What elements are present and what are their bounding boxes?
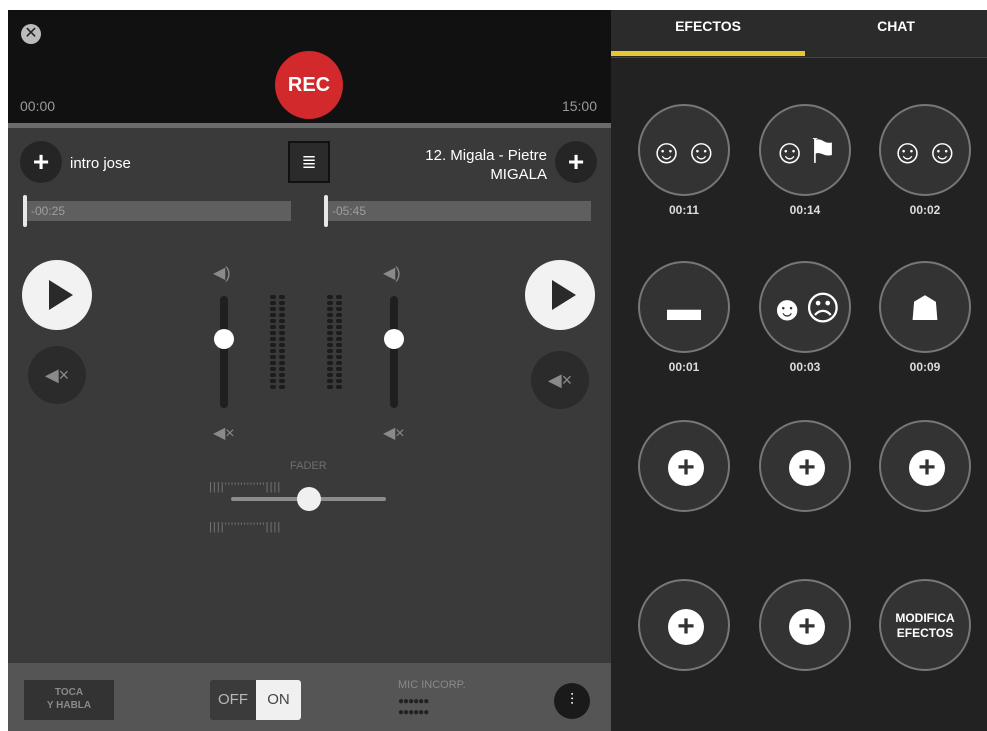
right-volume-max-icon: ◀) — [383, 265, 401, 282]
left-track-title: intro jose — [70, 155, 131, 172]
left-remaining-time: -00:25 — [31, 204, 66, 218]
recording-time-end: 15:00 — [561, 98, 597, 114]
fader-ticks-bottom: | | | | ' ' ' ' ' ' ' ' ' ' ' ' ' | | | … — [209, 521, 280, 533]
plus-icon: + — [789, 450, 825, 486]
theater-masks-icon: ☻☹ — [769, 290, 841, 328]
right-mute-button[interactable]: ◀× — [531, 351, 589, 409]
talk-button[interactable]: TOCA Y HABLA — [24, 680, 114, 720]
effect-cheer-button[interactable]: ☺⚑ — [759, 104, 851, 196]
gun-icon: ▬ — [667, 290, 701, 328]
close-icon[interactable]: ✕ — [21, 24, 41, 44]
right-track-artist: MIGALA — [490, 166, 547, 183]
add-track-left-button[interactable]: + — [20, 141, 62, 183]
laughter-icon: ☺☺ — [890, 133, 960, 171]
plus-icon: + — [668, 450, 704, 486]
fader-label: FADER — [290, 460, 327, 472]
modify-effects-button[interactable]: MODIFICA EFECTOS — [879, 579, 971, 671]
playlist-sort-button[interactable]: ≣ — [288, 141, 330, 183]
modify-line2: EFECTOS — [896, 626, 954, 640]
play-icon — [552, 280, 576, 310]
tab-divider — [611, 57, 987, 58]
effect-duration: 00:11 — [668, 203, 700, 217]
tab-chat[interactable]: CHAT — [805, 10, 987, 58]
effect-applause-button[interactable]: ☺☺ — [638, 104, 730, 196]
plus-icon: + — [909, 450, 945, 486]
play-icon — [49, 280, 73, 310]
plus-icon: + — [668, 609, 704, 645]
tab-bar: EFECTOS CHAT — [611, 10, 987, 58]
left-mute-button[interactable]: ◀× — [28, 346, 86, 404]
right-remaining-time: -05:45 — [332, 204, 367, 218]
talk-label-line1: TOCA — [54, 687, 84, 698]
toggle-off-label[interactable]: OFF — [210, 680, 256, 720]
crossfader-knob[interactable] — [297, 487, 321, 511]
mixer-settings-icon[interactable]: ⫶ — [554, 683, 590, 719]
add-effect-slot[interactable]: + — [638, 420, 730, 512]
add-effect-slot[interactable]: + — [759, 579, 851, 671]
left-playhead[interactable] — [23, 195, 27, 227]
talk-label-line2: Y HABLA — [46, 700, 92, 711]
mixer-panel: ✕ REC 00:00 15:00 + intro jose ≣ 12. Mig… — [8, 10, 611, 731]
effect-laughter-button[interactable]: ☺☺ — [879, 104, 971, 196]
mic-toggle[interactable]: OFF ON — [210, 680, 301, 720]
left-play-button[interactable] — [22, 260, 92, 330]
left-volume-slider[interactable] — [214, 296, 234, 408]
right-track-name: 12. Migala - Pietre — [425, 147, 547, 164]
effect-theater-button[interactable]: ☻☹ — [759, 261, 851, 353]
right-volume-knob[interactable] — [384, 329, 404, 349]
effect-duration: 00:02 — [909, 203, 941, 217]
left-volume-max-icon: ◀) — [213, 265, 231, 282]
applause-icon: ☺☺ — [649, 133, 719, 171]
active-tab-indicator — [611, 51, 805, 56]
cheer-flag-icon: ☺⚑ — [772, 133, 838, 171]
right-track-title: 12. Migala - Pietre MIGALA — [425, 146, 547, 184]
effect-gun-button[interactable]: ▬ — [638, 261, 730, 353]
left-volume-knob[interactable] — [214, 329, 234, 349]
modify-line1: MODIFICA — [895, 611, 955, 625]
recording-time-start: 00:00 — [20, 98, 56, 114]
crossfader-slider[interactable] — [231, 487, 386, 511]
effects-panel: EFECTOS CHAT ☺☺ 00:11 ☺⚑ 00:14 ☺☺ 00:02 … — [611, 10, 987, 731]
add-effect-slot[interactable]: + — [759, 420, 851, 512]
effect-duration: 00:14 — [789, 203, 821, 217]
bottom-toolbar: TOCA Y HABLA OFF ON MIC INCORP. ●●●●●● ●●… — [8, 663, 611, 731]
left-level-meter — [270, 295, 285, 389]
plus-icon: + — [789, 609, 825, 645]
add-effect-slot[interactable]: + — [879, 420, 971, 512]
right-level-meter — [327, 295, 342, 389]
toggle-on-label[interactable]: ON — [256, 680, 301, 720]
modify-effects-label: MODIFICA EFECTOS — [881, 611, 969, 641]
spy-icon: ☗ — [909, 290, 941, 328]
app-window: ✕ REC 00:00 15:00 + intro jose ≣ 12. Mig… — [8, 10, 987, 731]
add-effect-slot[interactable]: + — [638, 579, 730, 671]
left-track-progress[interactable]: -00:25 — [23, 195, 291, 227]
deck-area: + intro jose ≣ 12. Migala - Pietre MIGAL… — [8, 128, 611, 663]
mic-level-meter: ●●●●●● ●●●●●● — [398, 696, 429, 718]
effect-duration: 00:01 — [668, 360, 700, 374]
mic-label: MIC INCORP. — [398, 679, 466, 691]
right-volume-min-icon: ◀× — [383, 425, 405, 442]
effect-duration: 00:09 — [909, 360, 941, 374]
add-track-right-button[interactable]: + — [555, 141, 597, 183]
right-track-progress[interactable]: -05:45 — [324, 195, 591, 227]
rec-button[interactable]: REC — [275, 51, 343, 119]
left-volume-min-icon: ◀× — [213, 425, 235, 442]
effect-spy-button[interactable]: ☗ — [879, 261, 971, 353]
right-playhead[interactable] — [324, 195, 328, 227]
right-play-button[interactable] — [525, 260, 595, 330]
effect-duration: 00:03 — [789, 360, 821, 374]
right-volume-slider[interactable] — [384, 296, 404, 408]
recorder-bar: ✕ REC 00:00 15:00 — [8, 10, 611, 123]
